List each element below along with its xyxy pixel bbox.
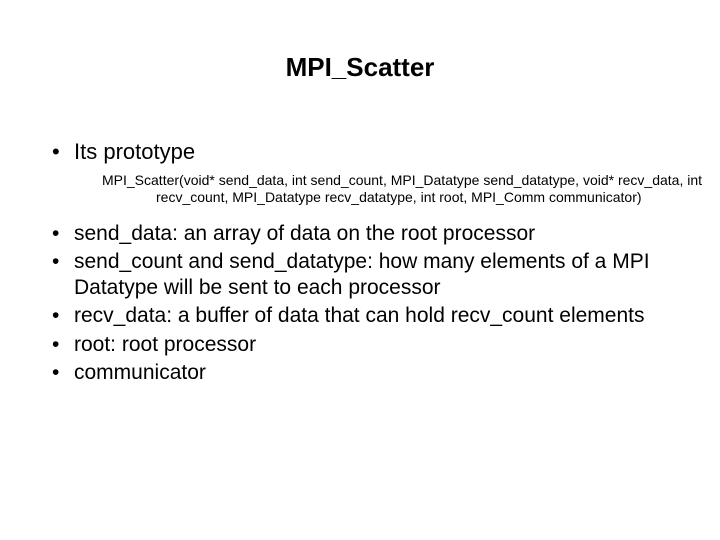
prototype-signature: MPI_Scatter(void* send_data, int send_co…: [102, 172, 716, 207]
bullet-root: root: root processor: [48, 332, 678, 358]
bullet-communicator: communicator: [48, 360, 678, 386]
bullet-recv-data: recv_data: a buffer of data that can hol…: [48, 303, 678, 329]
bullet-send-data: send_data: an array of data on the root …: [48, 221, 678, 247]
slide-body: Its prototype MPI_Scatter(void* send_dat…: [48, 138, 678, 388]
slide: MPI_Scatter Its prototype MPI_Scatter(vo…: [0, 0, 720, 540]
prototype-signature-block: MPI_Scatter(void* send_data, int send_co…: [48, 172, 678, 207]
bullet-prototype: Its prototype: [48, 138, 678, 166]
slide-title: MPI_Scatter: [0, 52, 720, 83]
bullet-send-count: send_count and send_datatype: how many e…: [48, 249, 678, 302]
